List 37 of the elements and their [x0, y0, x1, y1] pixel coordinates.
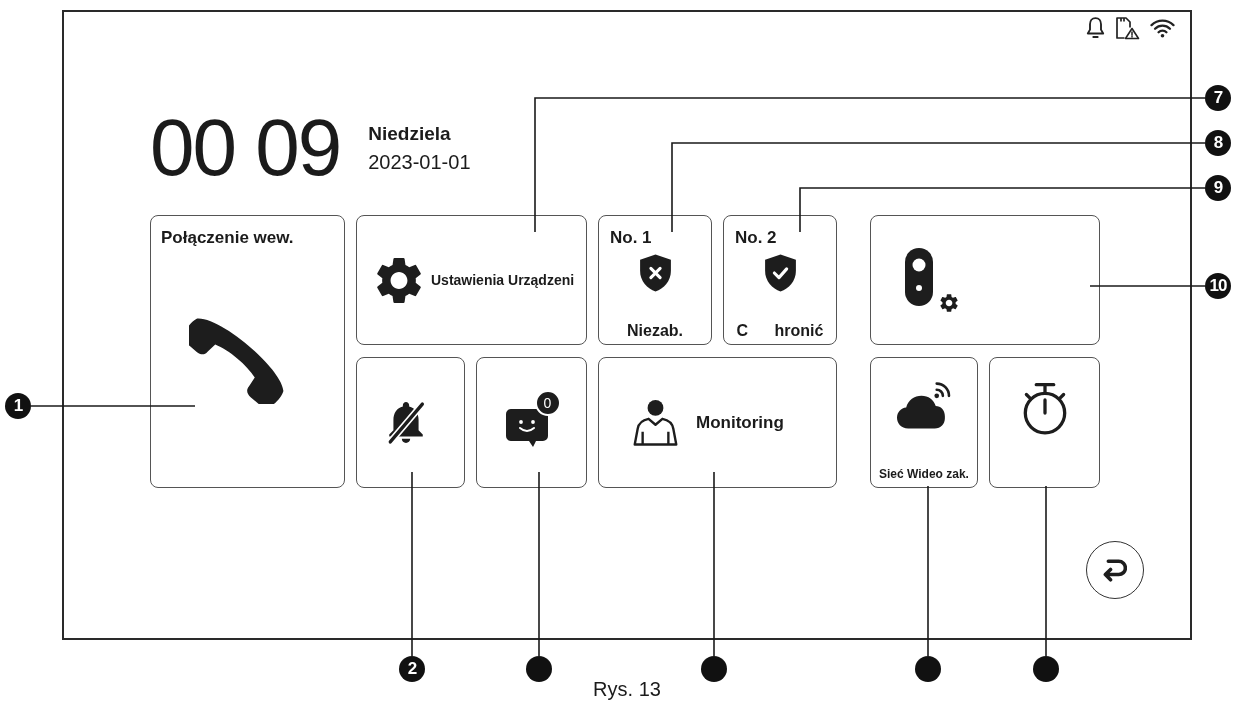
- monitoring-tile[interactable]: Monitoring: [598, 357, 837, 488]
- phone-handset-icon: [189, 318, 284, 404]
- settings-icon: [377, 256, 421, 304]
- figure-caption: Rys. 13: [593, 678, 661, 700]
- weekday-label: Niedziela: [368, 123, 452, 145]
- call-tile[interactable]: Połączenie wew.: [150, 215, 345, 488]
- callout-number: 7: [1205, 85, 1231, 111]
- callout-number: 8: [1205, 130, 1231, 156]
- person-icon: [633, 399, 678, 446]
- stopwatch-icon: [1022, 383, 1067, 435]
- zone-tile[interactable]: No. 1 Niezab.: [598, 215, 712, 345]
- callout-dot-icon: [915, 656, 941, 682]
- callout-number: 1: [5, 393, 31, 419]
- bell-slash-icon: [386, 400, 425, 445]
- clock-time: 00 09: [150, 108, 341, 188]
- timer-tile[interactable]: [989, 357, 1100, 488]
- settings-tile[interactable]: Ustawienia Urządzeni: [356, 215, 587, 345]
- doorbell-settings-tile[interactable]: [870, 215, 1100, 345]
- cloud-tile[interactable]: Sieć Wideo zak.: [870, 357, 978, 488]
- return-arrow-icon: [1103, 558, 1127, 582]
- callout-number: 9: [1205, 175, 1231, 201]
- sd-card-warning-icon: [1115, 16, 1140, 40]
- messages-tile[interactable]: 0: [476, 357, 587, 488]
- callout-dot-icon: [526, 656, 552, 682]
- zone-tile[interactable]: No. 2 C hronić: [723, 215, 837, 345]
- date-label: 2023-01-01: [368, 151, 471, 173]
- count-badge: 0: [534, 389, 561, 416]
- callout-number: 2: [399, 656, 425, 682]
- chat-smile-icon: [505, 408, 548, 447]
- doorbell-gear-icon: [905, 248, 958, 312]
- callout-number: 10: [1205, 273, 1231, 299]
- callout-dot-icon: [701, 656, 727, 682]
- cloud-signal-icon: [897, 382, 951, 429]
- bell-icon: [1086, 17, 1105, 39]
- callout-dot-icon: [1033, 656, 1059, 682]
- mute-tile[interactable]: [356, 357, 465, 488]
- wifi-icon: [1150, 18, 1175, 38]
